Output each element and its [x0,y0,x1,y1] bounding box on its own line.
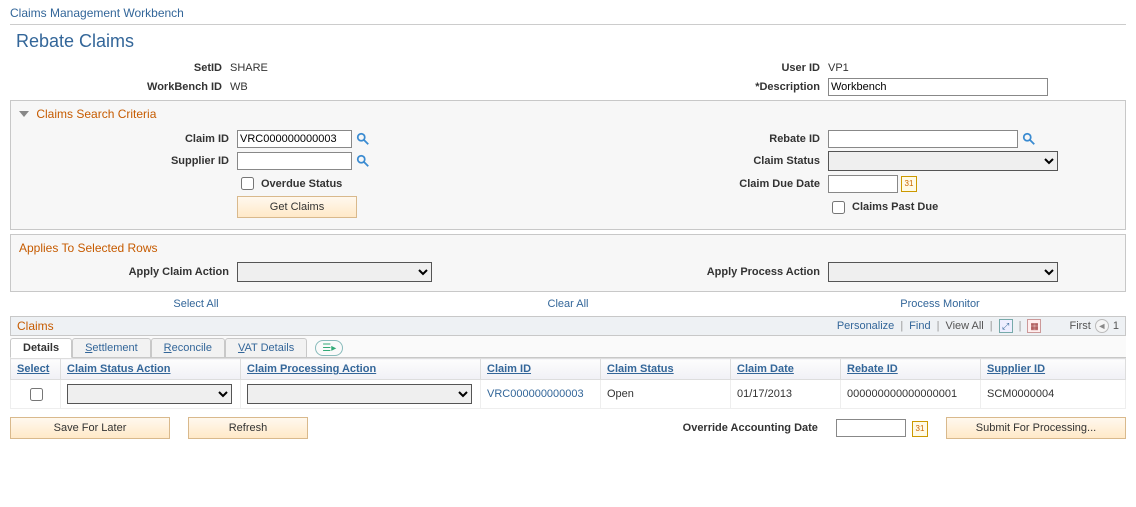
row-supplier-id: SCM0000004 [981,380,1126,409]
header-row-1: SetID SHARE User ID VP1 [10,62,1126,74]
prev-page-icon[interactable]: ◄ [1095,319,1109,333]
search-criteria-title: Claims Search Criteria [36,107,156,121]
claim-id-field[interactable] [237,130,352,148]
tab-details[interactable]: Details [10,338,72,358]
userid-value: VP1 [828,62,849,74]
applies-title: Applies To Selected Rows [17,239,1119,259]
workbenchid-label: WorkBench ID [10,81,230,93]
override-accounting-date-calendar-icon[interactable]: 31 [912,421,928,437]
col-select[interactable]: Select [11,359,61,380]
collapse-icon[interactable] [19,111,29,117]
row-claim-status-action-select[interactable] [67,384,232,404]
row-claim-processing-action-select[interactable] [247,384,472,404]
find-link[interactable]: Find [909,320,930,332]
description-label: *Description [568,81,828,93]
download-icon[interactable]: ▦ [1027,319,1041,333]
overdue-status-checkbox[interactable] [241,177,254,190]
row-counter: 1 [1113,320,1119,332]
supplier-id-label: Supplier ID [17,155,237,167]
search-criteria-title-row: Claims Search Criteria [17,105,1119,127]
show-all-columns-icon[interactable]: ☰▸ [315,340,343,356]
submit-for-processing-button[interactable]: Submit For Processing... [946,417,1126,439]
col-claim-date[interactable]: Claim Date [731,359,841,380]
grid-tabs: Details Settlement Reconcile VAT Details… [10,336,1126,358]
overdue-status-label: Overdue Status [261,178,342,190]
tab-settlement[interactable]: Settlement [72,338,151,357]
apply-process-action-label: Apply Process Action [568,266,828,278]
override-accounting-date-field[interactable] [836,419,906,437]
supplier-id-lookup-icon[interactable] [355,153,371,169]
claim-due-date-label: Claim Due Date [568,178,828,190]
tab-reconcile[interactable]: Reconcile [151,338,225,357]
header-row-2: WorkBench ID WB *Description [10,78,1126,96]
search-criteria-group: Claims Search Criteria Claim ID Rebate I… [10,100,1126,230]
row-select-checkbox[interactable] [30,388,43,401]
claims-grid: Select Claim Status Action Claim Process… [10,358,1126,409]
claims-past-due-label: Claims Past Due [852,201,938,213]
apply-process-action-select[interactable] [828,262,1058,282]
refresh-button[interactable]: Refresh [188,417,308,439]
claims-past-due-checkbox[interactable] [832,201,845,214]
personalize-link[interactable]: Personalize [837,320,894,332]
grid-header-bar: Claims Personalize | Find | View All | ⤢… [10,316,1126,336]
applies-group: Applies To Selected Rows Apply Claim Act… [10,234,1126,292]
first-label: First [1069,320,1090,332]
supplier-id-field[interactable] [237,152,352,170]
claim-status-label: Claim Status [568,155,828,167]
grid-header-row: Select Claim Status Action Claim Process… [11,359,1126,380]
rebate-id-field[interactable] [828,130,1018,148]
col-claim-status-action[interactable]: Claim Status Action [61,359,241,380]
claim-id-lookup-icon[interactable] [355,131,371,147]
rebate-id-label: Rebate ID [568,133,828,145]
footer-row: Save For Later Refresh Override Accounti… [10,417,1126,439]
claim-status-select[interactable] [828,151,1058,171]
select-all-link[interactable]: Select All [173,298,218,310]
override-accounting-date-label: Override Accounting Date [683,422,818,434]
claim-id-label: Claim ID [17,133,237,145]
col-rebate-id[interactable]: Rebate ID [841,359,981,380]
col-claim-status[interactable]: Claim Status [601,359,731,380]
row-rebate-id: 000000000000000001 [841,380,981,409]
tab-vat-details[interactable]: VAT Details [225,338,307,357]
view-all-text: View All [945,320,983,332]
table-row: VRC000000000003 Open01/17/201300000000000… [11,380,1126,409]
claim-due-date-calendar-icon[interactable]: 31 [901,176,917,192]
row-claim-status: Open [601,380,731,409]
apply-claim-action-select[interactable] [237,262,432,282]
claim-due-date-field[interactable] [828,175,898,193]
setid-value: SHARE [230,62,268,74]
rebate-id-lookup-icon[interactable] [1021,131,1037,147]
col-supplier-id[interactable]: Supplier ID [981,359,1126,380]
get-claims-button[interactable]: Get Claims [237,196,357,218]
page-title: Rebate Claims [10,29,1126,62]
row-claim-id-link[interactable]: VRC000000000003 [487,388,584,400]
row-claim-date: 01/17/2013 [731,380,841,409]
apply-claim-action-label: Apply Claim Action [17,266,237,278]
workbenchid-value: WB [230,81,248,93]
breadcrumb: Claims Management Workbench [10,4,1126,24]
divider [10,24,1126,25]
process-monitor-link[interactable]: Process Monitor [900,298,979,310]
setid-label: SetID [10,62,230,74]
save-for-later-button[interactable]: Save For Later [10,417,170,439]
col-claim-id[interactable]: Claim ID [481,359,601,380]
zoom-icon[interactable]: ⤢ [999,319,1013,333]
clear-all-link[interactable]: Clear All [548,298,589,310]
action-links-row: Select All Clear All Process Monitor [10,298,1126,310]
grid-title: Claims [17,319,54,333]
userid-label: User ID [568,62,828,74]
description-field[interactable] [828,78,1048,96]
col-claim-processing-action[interactable]: Claim Processing Action [241,359,481,380]
